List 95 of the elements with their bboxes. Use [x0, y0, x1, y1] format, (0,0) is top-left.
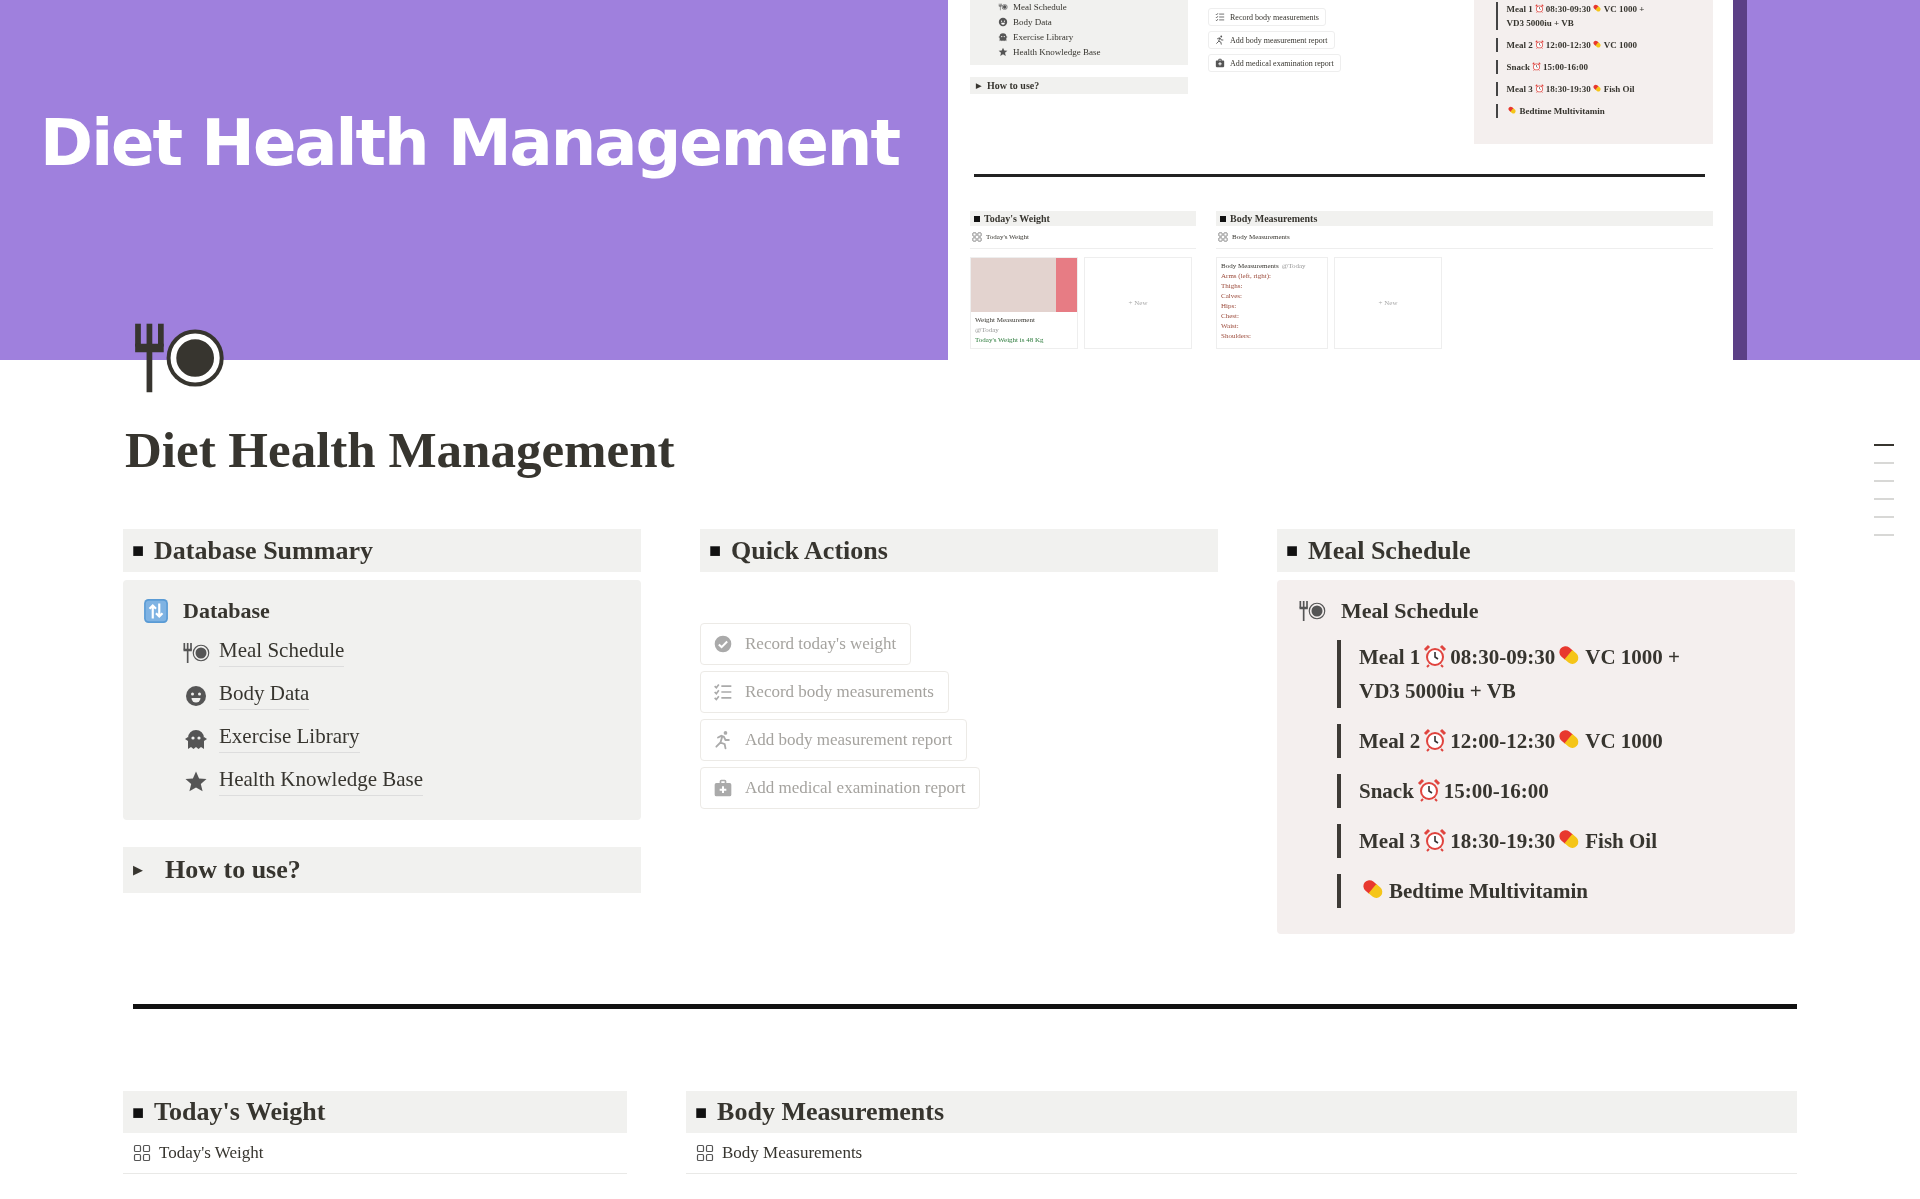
pill-icon: [1592, 40, 1602, 49]
pill-icon: [1508, 106, 1518, 115]
section-heading: Quick Actions: [731, 535, 888, 566]
outline-line[interactable]: [1874, 444, 1894, 446]
alarm-clock-icon: [1423, 828, 1448, 853]
alarm-clock-icon: [1532, 62, 1541, 71]
ghost-icon: [998, 32, 1008, 42]
database-link[interactable]: Health Knowledge Base: [1013, 47, 1101, 57]
schedule-text: VC 1000: [1603, 40, 1637, 50]
database-link[interactable]: Exercise Library: [1013, 32, 1074, 42]
runner-icon: [1215, 35, 1225, 45]
outline-line[interactable]: [1874, 462, 1894, 464]
pill-icon: [1592, 84, 1602, 93]
cover-title: Diet Health Management: [40, 108, 901, 179]
runner-icon: [713, 730, 733, 751]
database-link[interactable]: Meal Schedule: [219, 638, 345, 668]
schedule-text: VC 1000 +: [1603, 4, 1645, 14]
database-link[interactable]: Exercise Library: [219, 724, 360, 754]
medical-kit-icon: [713, 778, 733, 799]
view-tab[interactable]: Body Measurements: [686, 1133, 1797, 1175]
database-link[interactable]: Health Knowledge Base: [219, 767, 424, 797]
schedule-text: Snack: [1359, 779, 1414, 804]
fork-plate-icon: [181, 640, 211, 665]
action-button[interactable]: Add medical examination report: [1208, 54, 1341, 72]
callout-title: Meal Schedule: [1341, 598, 1479, 625]
section-heading: Database Summary: [154, 535, 373, 566]
schedule-text: 18:30-19:30: [1450, 829, 1556, 854]
schedule-text: Meal 3: [1506, 84, 1533, 94]
section-heading: Meal Schedule: [1308, 535, 1471, 566]
schedule-text: 08:30-09:30: [1450, 645, 1556, 670]
outline-line[interactable]: [1874, 534, 1894, 536]
schedule-text: Snack: [1506, 62, 1530, 72]
database-link[interactable]: Body Data: [219, 681, 310, 711]
schedule-text: 08:30-09:30: [1545, 4, 1591, 14]
section-heading: Today's Weight: [154, 1097, 326, 1128]
schedule-text: Meal 1: [1359, 645, 1421, 670]
schedule-text: 12:00-12:30: [1450, 729, 1556, 754]
section-heading: Body Measurements: [1216, 211, 1713, 226]
triangle-text: ▶: [133, 862, 143, 879]
square-mark: ■: [695, 1100, 708, 1124]
medical-kit-icon: [1215, 58, 1225, 68]
alarm-clock-icon: [1423, 644, 1448, 669]
checklist-icon: [713, 682, 733, 703]
section-heading: Today's Weight: [970, 211, 1196, 226]
database-link[interactable]: Meal Schedule: [1013, 2, 1067, 12]
square-mark: ■: [709, 539, 722, 563]
fork-plate-icon: [998, 2, 1008, 12]
schedule-text: Bedtime Multivitamin: [1389, 879, 1588, 904]
toggle-label: How to use?: [987, 80, 1040, 91]
section-heading: Body Measurements: [717, 1097, 945, 1128]
grid-icon: [972, 232, 982, 242]
schedule-text: 15:00-16:00: [1543, 62, 1588, 72]
alarm-clock-icon: [1534, 84, 1544, 93]
outline-line[interactable]: [1874, 516, 1894, 518]
alarm-clock-icon: [1534, 4, 1544, 13]
schedule-text: Meal 2: [1359, 729, 1421, 754]
pill-icon: [1592, 4, 1602, 13]
database-link[interactable]: Body Data: [1013, 17, 1052, 27]
checklist-icon: [1215, 12, 1225, 22]
outline-line[interactable]: [1874, 480, 1894, 482]
square-mark: ■: [132, 1100, 145, 1124]
fork-plate-icon: [1297, 599, 1327, 624]
schedule-text: VC 1000 +: [1585, 645, 1681, 670]
star-icon: [998, 47, 1008, 57]
schedule-text: 18:30-19:30: [1545, 84, 1591, 94]
check-circle-icon: [713, 634, 733, 655]
schedule-text: VD3 5000iu + VB: [1359, 679, 1516, 704]
alarm-clock-icon: [1423, 728, 1448, 753]
view-tab[interactable]: Today's Weight: [123, 1133, 627, 1175]
callout-title: Database: [183, 598, 270, 625]
outline-line[interactable]: [1874, 498, 1894, 500]
smiley-icon: [998, 17, 1008, 27]
schedule-text: VC 1000: [1585, 729, 1663, 754]
square-mark: ■: [132, 539, 145, 563]
grid-icon: [696, 1144, 714, 1163]
schedule-text: VD3 5000iu + VB: [1506, 18, 1574, 28]
square-mark: ■: [1286, 539, 1299, 563]
grid-icon: [1218, 232, 1228, 242]
alarm-clock-icon: [1534, 40, 1544, 49]
schedule-text: Fish Oil: [1603, 84, 1635, 94]
schedule-text: Meal 3: [1359, 829, 1421, 854]
page-title: Diet Health Management: [125, 421, 676, 480]
toggle-heading[interactable]: ▶ How to use?: [123, 847, 641, 894]
schedule-text: Fish Oil: [1585, 829, 1657, 854]
schedule-text: Meal 2: [1506, 40, 1533, 50]
schedule-text: 15:00-16:00: [1443, 779, 1549, 804]
toggle-label: How to use?: [165, 855, 301, 886]
schedule-text: 12:00-12:30: [1545, 40, 1591, 50]
schedule-text: Meal 1: [1506, 4, 1533, 14]
arrows-icon: [143, 598, 169, 625]
action-button[interactable]: Add body measurement report: [1208, 31, 1335, 49]
alarm-clock-icon: [1416, 778, 1441, 803]
grid-icon: [133, 1144, 151, 1163]
schedule-text: Bedtime Multivitamin: [1519, 106, 1605, 116]
action-button[interactable]: Record body measurements: [1208, 8, 1326, 26]
